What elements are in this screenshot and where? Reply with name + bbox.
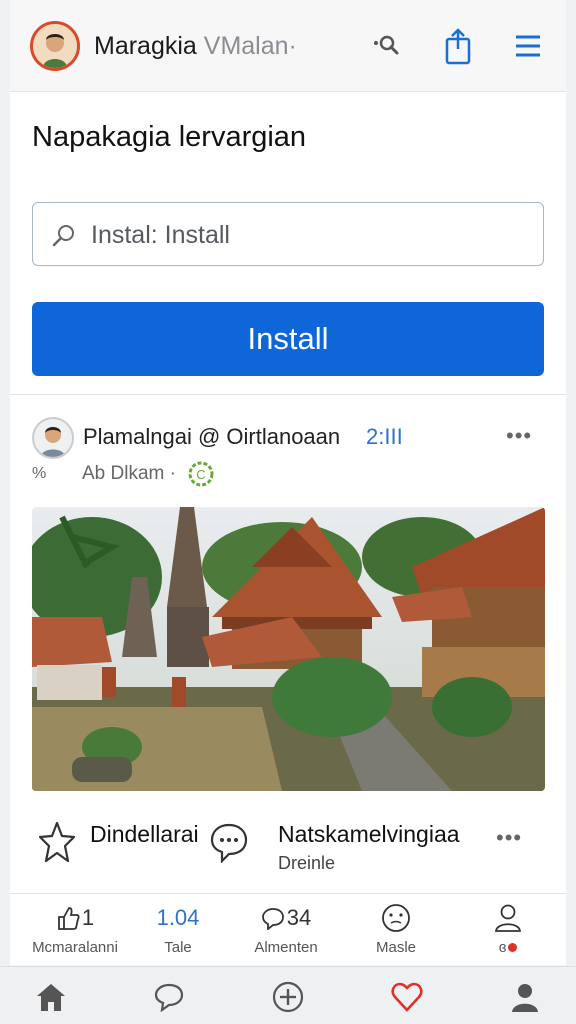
post-more-button[interactable]: •••	[506, 423, 532, 449]
post-meta: Ab Dlkam ·	[82, 463, 176, 484]
app-title-faint: VMalan·	[203, 32, 297, 60]
stat-tale-label: Tale	[164, 939, 192, 956]
post-photo[interactable]	[32, 507, 545, 791]
post-time: 2:III	[366, 424, 403, 449]
search-icon	[52, 225, 74, 247]
search-value: Instal: Install	[91, 221, 230, 249]
temple-photo-icon	[32, 507, 545, 791]
stat-tale[interactable]: 1.04 Tale	[123, 903, 233, 956]
stat-person-label: ɞ	[453, 939, 563, 956]
post-avatar[interactable]	[32, 417, 74, 459]
card-title: Napakagia lervargian	[32, 121, 307, 153]
action-label-second[interactable]: Natskamelvingiaa	[278, 821, 460, 848]
profile-icon[interactable]	[505, 979, 545, 1015]
home-icon[interactable]	[31, 979, 71, 1015]
search-input[interactable]: Instal: Install	[32, 202, 544, 266]
stat-comment-label: Almenten	[254, 939, 318, 956]
post-card: Plamalngai @ Oirtlanoaan 2:III ••• % Ab …	[10, 397, 566, 894]
top-header: Maragkia VMalan·	[10, 0, 566, 92]
action-sub-label: Dreinle	[278, 853, 336, 873]
stat-tale-count: 1.04	[156, 905, 200, 930]
comment-icon	[261, 908, 284, 930]
person-icon	[494, 904, 522, 932]
app-title: Maragkia VMalan·	[94, 32, 297, 61]
search-icon[interactable]	[366, 24, 406, 68]
app-frame: Maragkia VMalan· Napakagia lervargian In…	[10, 0, 566, 965]
share-icon[interactable]	[438, 24, 478, 68]
post-author[interactable]: Plamalngai @ Oirtlanoaan	[83, 424, 340, 450]
install-button[interactable]: Install	[32, 302, 544, 376]
like-icon	[57, 907, 80, 930]
notification-dot-icon	[508, 943, 518, 952]
star-icon[interactable]	[38, 819, 76, 865]
action-more-button[interactable]: •••	[496, 825, 522, 851]
stats-row: 1 Mcmaralanni 1.04 Tale 34 Almenten Masl…	[10, 895, 566, 965]
app-title-strong: Maragkia	[94, 32, 197, 60]
svg-text:C: C	[196, 467, 205, 482]
comment-bubble-icon[interactable]	[208, 821, 250, 863]
install-card: Napakagia lervargian Instal: Install Ins…	[10, 93, 566, 395]
heart-icon[interactable]	[387, 979, 427, 1015]
chat-icon[interactable]	[149, 979, 189, 1015]
stat-comment-count: 34	[286, 905, 312, 930]
add-icon[interactable]	[268, 979, 308, 1015]
action-label-first[interactable]: Dindellarai	[90, 821, 199, 848]
smile-icon	[382, 904, 410, 932]
stat-like-label: Mcmaralanni	[32, 939, 118, 956]
bottom-nav	[0, 966, 576, 1024]
stat-like[interactable]: 1 Mcmaralanni	[20, 903, 130, 956]
menu-icon[interactable]	[508, 24, 548, 68]
stat-smile[interactable]: Masle	[341, 903, 451, 956]
stat-comment[interactable]: 34 Almenten	[231, 903, 341, 956]
stat-like-count: 1	[81, 905, 95, 930]
post-meta-icon-text: %	[32, 465, 47, 482]
gear-badge-icon: C	[188, 461, 214, 487]
stat-smile-label: Masle	[375, 939, 416, 956]
avatar[interactable]	[30, 21, 80, 71]
stat-person[interactable]: ɞ	[453, 903, 563, 956]
